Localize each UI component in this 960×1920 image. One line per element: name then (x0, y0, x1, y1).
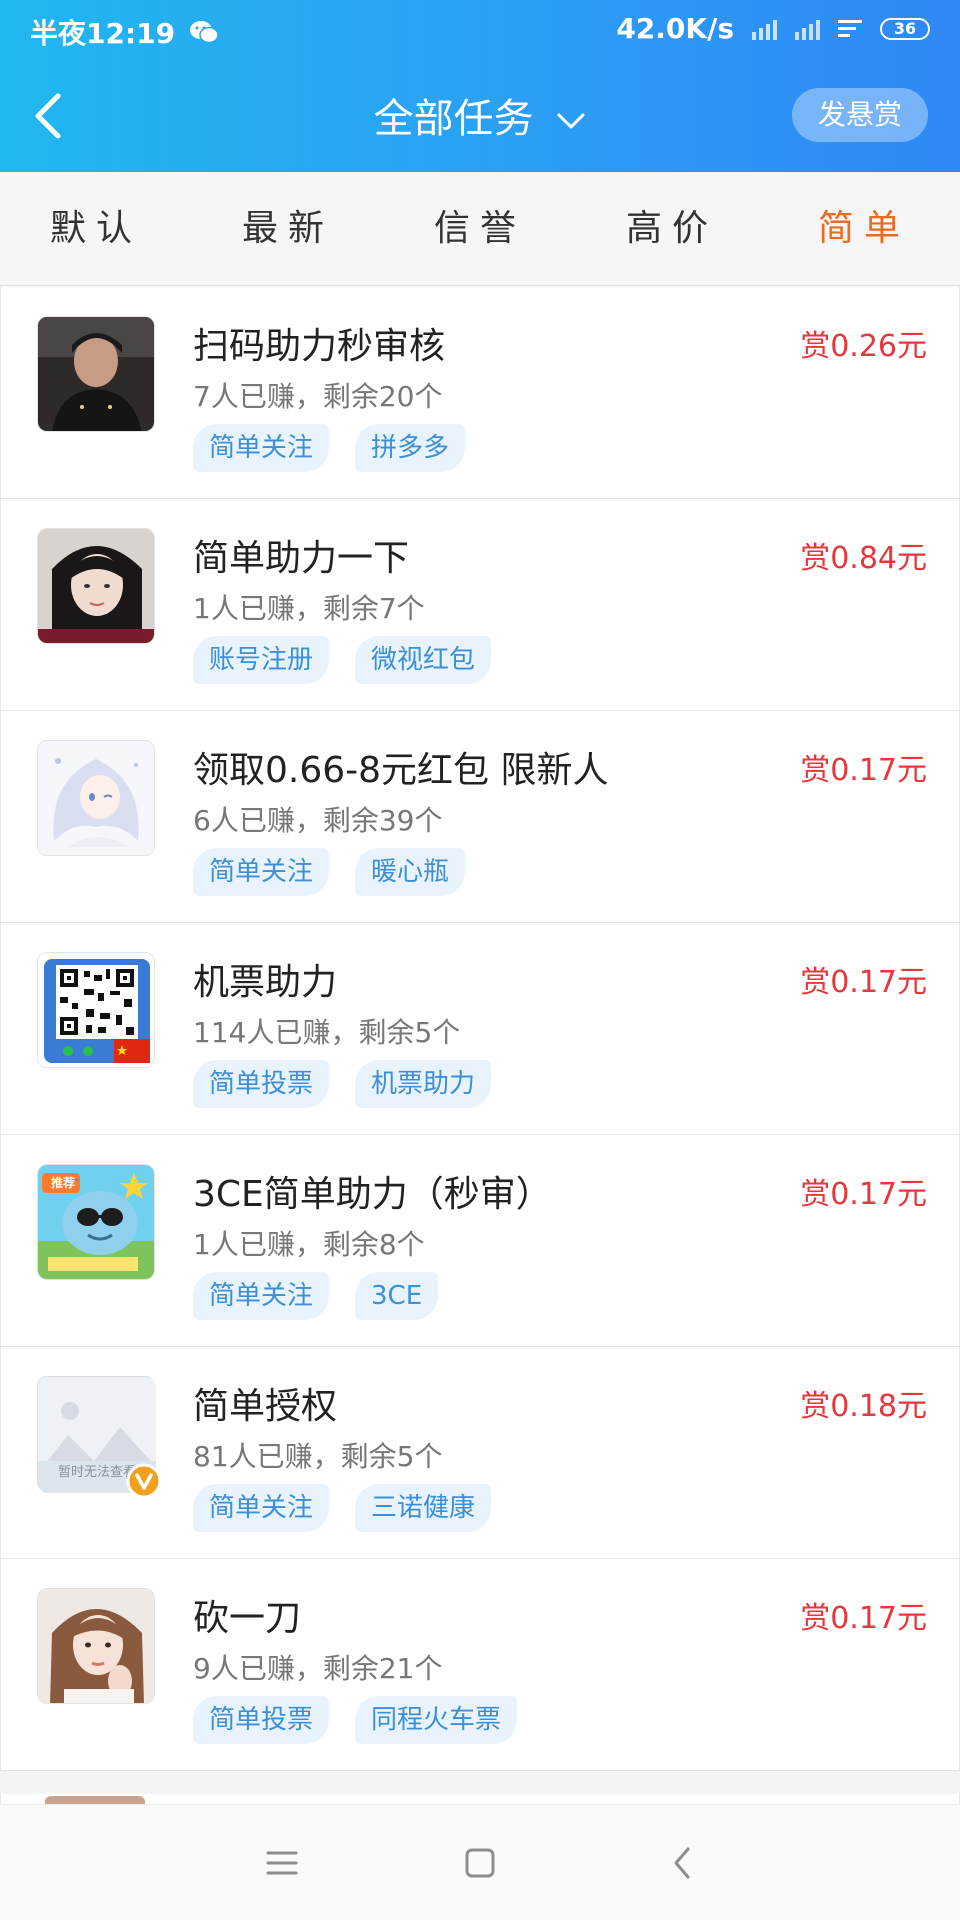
task-title: 3CE简单助力（秒审） (193, 1174, 552, 1215)
task-tags: 简单投票 同程火车票 (193, 1696, 518, 1744)
task-item[interactable]: 砍一刀 9人已赚，剩余21个 简单投票 同程火车票 赏0.17元 (0, 1559, 960, 1771)
next-item-peek[interactable] (0, 1794, 960, 1804)
task-stats: 1人已赚，剩余8个 (193, 1228, 425, 1261)
status-right: 42.0K/s 36 (616, 12, 930, 45)
task-tag: 简单投票 (193, 1696, 330, 1744)
task-tag: 同程火车票 (355, 1696, 518, 1744)
task-reward: 赏0.17元 (800, 1177, 927, 1212)
task-tags: 简单关注 三诺健康 (193, 1484, 492, 1532)
system-nav-bar (0, 1804, 960, 1920)
task-stats: 1人已赚，剩余7个 (193, 592, 425, 625)
app-header: 半夜12:19 42.0K/s 36 全部任务 发悬赏 (0, 0, 960, 172)
task-list: 扫码助力秒审核 7人已赚，剩余20个 简单关注 拼多多 赏0.26元 简单助力一… (0, 287, 960, 1771)
chevron-down-icon (557, 113, 585, 129)
clock: 半夜12:19 (30, 17, 176, 50)
avatar-cartoon-character: 推荐 (37, 1164, 155, 1280)
task-stats: 81人已赚，剩余5个 (193, 1440, 443, 1473)
task-title: 砍一刀 (193, 1598, 302, 1639)
tab-default[interactable]: 默认 (0, 172, 192, 285)
battery-icon: 36 (880, 17, 930, 40)
task-item[interactable]: 扫码助力秒审核 7人已赚，剩余20个 简单关注 拼多多 赏0.26元 (0, 287, 960, 499)
task-reward: 赏0.17元 (800, 965, 927, 1000)
task-tags: 账号注册 微视红包 (193, 636, 492, 684)
wechat-notification-icon (190, 21, 219, 44)
task-item[interactable]: 机票助力 114人已赚，剩余5个 简单投票 机票助力 赏0.17元 (0, 923, 960, 1135)
task-reward: 赏0.17元 (800, 1601, 927, 1636)
task-reward: 赏0.26元 (800, 329, 927, 364)
promo-badge: 推荐 (50, 1176, 75, 1190)
avatar-girl-portrait (37, 528, 155, 644)
back-icon[interactable] (654, 1835, 710, 1891)
post-reward-button[interactable]: 发悬赏 (792, 88, 928, 142)
status-left: 半夜12:19 (30, 12, 219, 52)
task-tag: 简单关注 (193, 1272, 330, 1320)
avatar-anime-girl (37, 740, 155, 856)
tab-simple[interactable]: 简单 (768, 172, 960, 285)
menu-icon[interactable] (254, 1835, 310, 1891)
avatar-man-dark (37, 316, 155, 432)
avatar (45, 1796, 145, 1804)
tab-high-price[interactable]: 高价 (576, 172, 768, 285)
task-reward: 赏0.18元 (800, 1389, 927, 1424)
network-speed: 42.0K/s (616, 12, 734, 45)
task-tag: 暖心瓶 (355, 848, 466, 896)
task-item[interactable]: 简单助力一下 1人已赚，剩余7个 账号注册 微视红包 赏0.84元 (0, 499, 960, 711)
sort-tabs: 默认 最新 信誉 高价 简单 (0, 172, 960, 286)
task-reward: 赏0.84元 (800, 541, 927, 576)
task-title: 扫码助力秒审核 (193, 326, 446, 367)
task-tag: 简单关注 (193, 424, 330, 472)
task-tag: 三诺健康 (355, 1484, 492, 1532)
task-stats: 6人已赚，剩余39个 (193, 804, 443, 837)
status-bar: 半夜12:19 42.0K/s 36 (0, 0, 960, 62)
task-title: 简单授权 (193, 1386, 338, 1427)
task-stats: 9人已赚，剩余21个 (193, 1652, 443, 1685)
task-item[interactable]: 推荐 3CE简单助力（秒审） 1人已赚，剩余8个 简单关注 3CE 赏0.17元 (0, 1135, 960, 1347)
task-stats: 114人已赚，剩余5个 (193, 1016, 461, 1049)
home-icon[interactable] (452, 1835, 508, 1891)
task-title: 简单助力一下 (193, 538, 410, 579)
task-tag: 微视红包 (355, 636, 492, 684)
task-tag: 拼多多 (355, 424, 466, 472)
task-tags: 简单关注 拼多多 (193, 424, 466, 472)
task-reward: 赏0.17元 (800, 753, 927, 788)
signal-icon-1 (752, 18, 777, 40)
avatar-girl-selfie (37, 1588, 155, 1704)
task-item[interactable]: 暂时无法查看 简单授权 81人已赚，剩余5个 简单关注 三诺健康 赏0.18元 (0, 1347, 960, 1559)
task-item[interactable]: 领取0.66-8元红包 限新人 6人已赚，剩余39个 简单关注 暖心瓶 赏0.1… (0, 711, 960, 923)
task-tag: 3CE (355, 1272, 439, 1320)
title-text: 全部任务 (373, 96, 534, 142)
task-stats: 7人已赚，剩余20个 (193, 380, 443, 413)
avatar-placeholder-image: 暂时无法查看 (37, 1376, 162, 1499)
task-tags: 简单关注 暖心瓶 (193, 848, 466, 896)
task-tag: 机票助力 (355, 1060, 492, 1108)
task-title: 领取0.66-8元红包 限新人 (193, 750, 609, 791)
tab-latest[interactable]: 最新 (192, 172, 384, 285)
task-tag: 账号注册 (193, 636, 330, 684)
task-title: 机票助力 (193, 962, 338, 1003)
signal-icon-2 (795, 18, 820, 40)
wifi-icon (838, 20, 862, 37)
verified-v-icon (126, 1463, 162, 1499)
tab-credit[interactable]: 信誉 (384, 172, 576, 285)
task-tag: 简单关注 (193, 1484, 330, 1532)
task-tags: 简单关注 3CE (193, 1272, 439, 1320)
task-tag: 简单关注 (193, 848, 330, 896)
avatar-qr-code (37, 952, 155, 1068)
task-tag: 简单投票 (193, 1060, 330, 1108)
task-tags: 简单投票 机票助力 (193, 1060, 492, 1108)
